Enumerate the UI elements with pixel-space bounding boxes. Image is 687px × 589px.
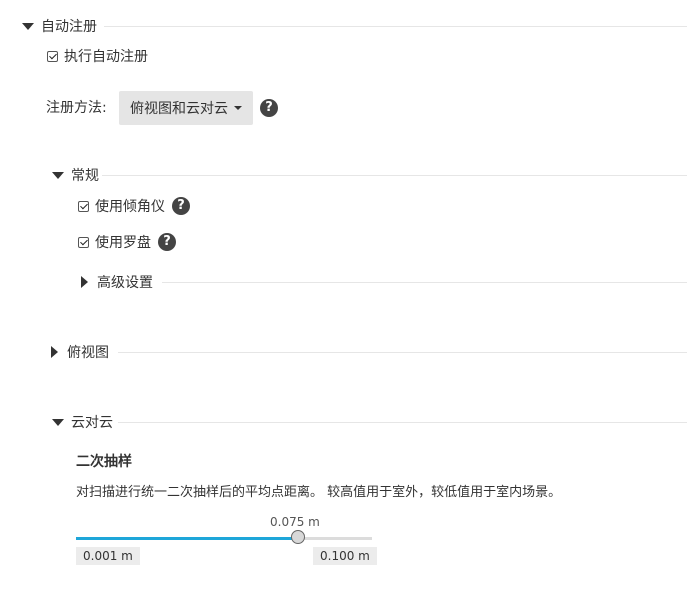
checkbox-label: 使用倾角仪 [95,199,165,215]
section-title: 高级设置 [97,275,153,291]
chevron-down-icon [234,106,242,110]
method-dropdown[interactable]: 俯视图和云对云 [119,91,253,125]
expand-triangle-icon [81,276,88,288]
section-title: 俯视图 [67,345,109,361]
method-label: 注册方法: [46,100,107,116]
top-view-header[interactable]: 俯视图 [51,342,109,362]
use-compass-checkbox[interactable]: 使用罗盘 ? [78,232,176,252]
checkbox-label: 执行自动注册 [64,49,148,65]
advanced-settings-header[interactable]: 高级设置 [81,272,153,292]
section-title: 自动注册 [41,19,97,35]
checkbox-checked-icon[interactable] [78,236,89,248]
section-title: 常规 [71,168,99,184]
slider-max-label: 0.100 m [313,547,377,565]
help-icon[interactable]: ? [172,197,190,215]
checkbox-checked-icon[interactable] [47,50,58,62]
subsample-title: 二次抽样 [76,454,132,470]
auto-register-header[interactable]: 自动注册 [22,16,97,36]
collapse-triangle-icon [22,22,34,30]
checkbox-label: 使用罗盘 [95,235,151,251]
general-header[interactable]: 常规 [52,165,99,185]
execute-auto-register-checkbox[interactable]: 执行自动注册 [47,46,148,66]
expand-triangle-icon [51,346,58,358]
divider [102,175,687,176]
slider-min-label: 0.001 m [76,547,140,565]
slider-value-label: 0.075 m [270,515,320,529]
subsample-description: 对扫描进行统一二次抽样后的平均点距离。 较高值用于室外，较低值用于室内场景。 [76,485,562,500]
divider [118,422,687,423]
slider-fill [76,537,298,540]
section-title: 云对云 [71,415,113,431]
slider-thumb[interactable] [291,530,305,544]
help-icon[interactable]: ? [260,99,278,117]
subsample-slider[interactable] [76,530,372,544]
cloud-to-cloud-header[interactable]: 云对云 [52,412,113,432]
help-icon[interactable]: ? [158,233,176,251]
divider [104,26,687,27]
checkbox-checked-icon[interactable] [78,200,89,212]
divider [162,282,687,283]
collapse-triangle-icon [52,171,64,179]
dropdown-value: 俯视图和云对云 [130,101,228,117]
collapse-triangle-icon [52,418,64,426]
use-inclinometer-checkbox[interactable]: 使用倾角仪 ? [78,196,190,216]
divider [118,352,687,353]
